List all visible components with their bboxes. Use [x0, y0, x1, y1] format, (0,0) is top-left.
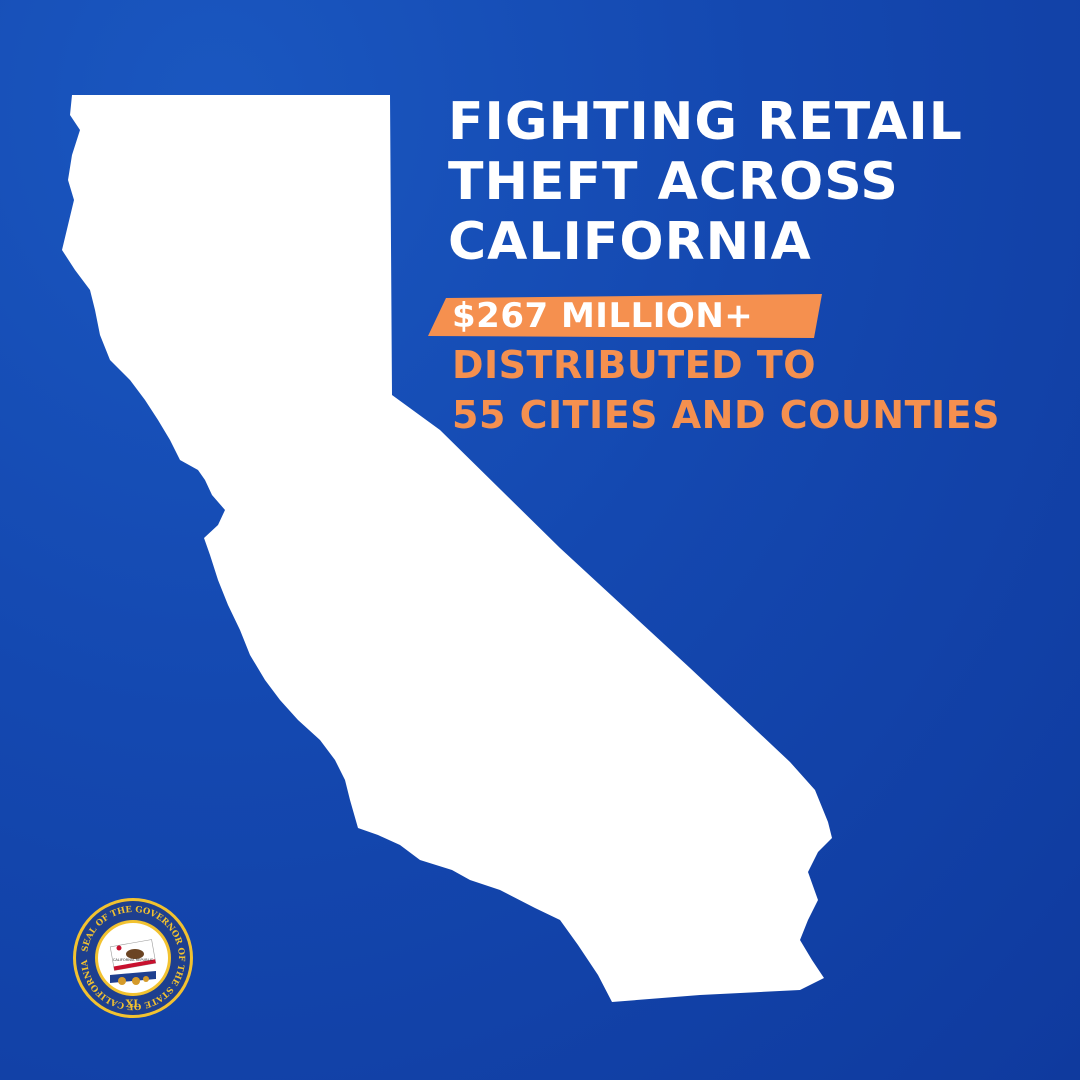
governor-seal-icon: SEAL OF THE GOVERNOR OF THE STATE OF CAL… [73, 898, 193, 1018]
amount-highlight: $267 MILLION+ [428, 294, 828, 340]
headline-line-1: FIGHTING RETAIL [448, 92, 963, 152]
graphic-canvas: FIGHTING RETAIL THEFT ACROSS CALIFORNIA … [0, 0, 1080, 1080]
amount-text: $267 MILLION+ [452, 296, 754, 336]
headline: FIGHTING RETAIL THEFT ACROSS CALIFORNIA [448, 92, 963, 272]
subhead-line-1: DISTRIBUTED TO [452, 343, 817, 387]
headline-line-2: THEFT ACROSS [448, 152, 899, 212]
svg-text:CALIFORNIA REPUBLIC: CALIFORNIA REPUBLIC [113, 958, 154, 962]
headline-line-3: CALIFORNIA [448, 212, 812, 272]
subhead-line-2: 55 CITIES AND COUNTIES [452, 393, 1000, 437]
subhead: DISTRIBUTED TO 55 CITIES AND COUNTIES [452, 340, 1000, 440]
svg-text:XL: XL [126, 999, 141, 1010]
